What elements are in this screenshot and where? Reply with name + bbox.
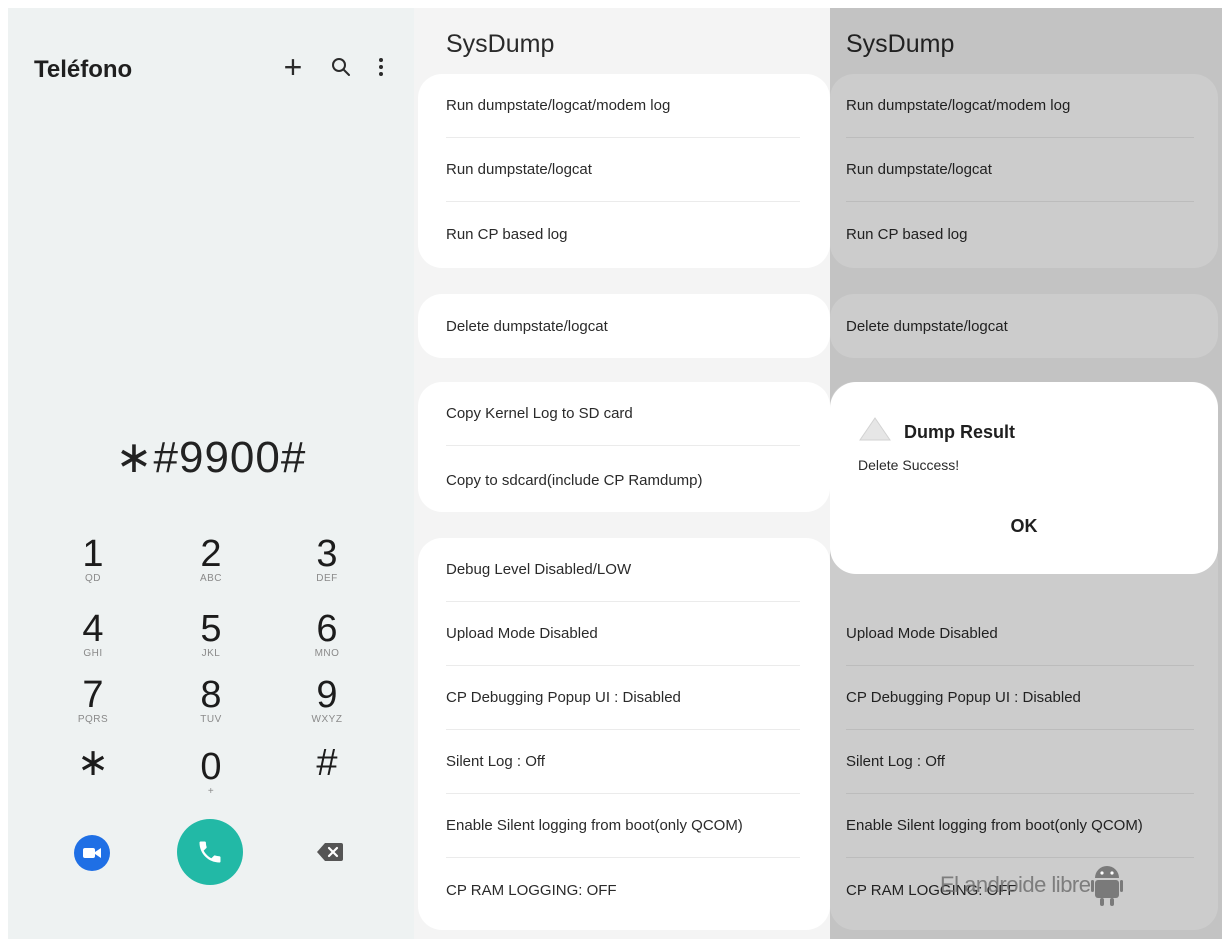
call-button[interactable] — [177, 819, 243, 885]
dial-key-star[interactable]: ∗ — [48, 744, 138, 802]
key-letters: WXYZ — [311, 714, 343, 725]
dial-key-hash[interactable]: # — [282, 744, 372, 802]
menu-item[interactable]: Run dumpstate/logcat/modem log — [446, 74, 800, 138]
key-letters: ABC — [199, 573, 223, 584]
dial-key-6[interactable]: 6 MNO — [282, 610, 372, 668]
key-digit: ∗ — [77, 742, 109, 784]
search-icon[interactable] — [324, 50, 358, 84]
key-letters: TUV — [200, 714, 222, 725]
dial-key-9[interactable]: 9 WXYZ — [282, 676, 372, 734]
menu-card: Copy Kernel Log to SD card Copy to sdcar… — [418, 382, 830, 512]
dial-key-4[interactable]: 4 GHI — [48, 610, 138, 668]
key-digit: 1 — [82, 533, 104, 575]
key-letters: MNO — [314, 648, 340, 659]
dialog-message: Delete Success! — [858, 457, 960, 473]
menu-item[interactable]: Enable Silent logging from boot(only QCO… — [446, 794, 800, 858]
dial-key-1[interactable]: 1 QD — [48, 535, 138, 593]
backspace-button[interactable] — [312, 836, 348, 868]
sysdump-dialog-panel: SysDump Run dumpstate/logcat/modem log R… — [830, 8, 1222, 939]
key-digit: 5 — [200, 608, 222, 650]
menu-item[interactable]: CP RAM LOGGING: OFF — [446, 858, 800, 922]
watermark-text: El androide libre — [940, 872, 1091, 897]
backspace-icon — [317, 843, 343, 861]
dial-key-0[interactable]: 0 + — [166, 748, 256, 806]
key-digit: 6 — [316, 608, 338, 650]
menu-item[interactable]: Copy Kernel Log to SD card — [446, 382, 800, 446]
menu-item[interactable]: Upload Mode Disabled — [446, 602, 800, 666]
menu-item[interactable]: Copy to sdcard(include CP Ramdump) — [446, 448, 800, 512]
key-digit: 9 — [316, 674, 338, 716]
dialed-number: ∗#9900# — [115, 433, 307, 482]
dial-key-8[interactable]: 8 TUV — [166, 676, 256, 734]
video-call-icon — [83, 848, 101, 858]
key-digit: # — [316, 742, 338, 784]
menu-item[interactable]: Silent Log : Off — [446, 730, 800, 794]
key-digit: 2 — [200, 533, 222, 575]
dialer-title: Teléfono — [34, 56, 133, 83]
dial-key-7[interactable]: 7 PQRS — [48, 676, 138, 734]
dial-key-3[interactable]: 3 DEF — [282, 535, 372, 593]
key-letters: JKL — [201, 648, 221, 659]
video-call-button[interactable] — [74, 835, 110, 871]
menu-card: Debug Level Disabled/LOW Upload Mode Dis… — [418, 538, 830, 930]
dial-key-5[interactable]: 5 JKL — [166, 610, 256, 668]
dialer-panel: Teléfono + ∗#9900# 1 QD 2 ABC 3 DEF 4 GHI 5J… — [8, 8, 414, 939]
key-digit: 4 — [82, 608, 104, 650]
dial-key-2[interactable]: 2 ABC — [166, 535, 256, 593]
key-letters: + — [207, 786, 215, 797]
ok-button[interactable]: OK — [830, 516, 1218, 537]
menu-item[interactable]: Run dumpstate/logcat — [446, 138, 800, 202]
menu-item[interactable]: CP Debugging Popup UI : Disabled — [446, 666, 800, 730]
menu-item[interactable]: Debug Level Disabled/LOW — [446, 538, 800, 602]
menu-card: Run dumpstate/logcat/modem log Run dumps… — [418, 74, 830, 268]
menu-item[interactable]: Delete dumpstate/logcat — [446, 294, 800, 358]
more-vertical-icon[interactable] — [364, 50, 398, 84]
menu-card: Delete dumpstate/logcat — [418, 294, 830, 358]
menu-item[interactable]: Run CP based log — [446, 202, 800, 266]
watermark: El androide libre — [940, 860, 1124, 910]
dialer-header: Teléfono + — [8, 8, 414, 126]
plus-icon[interactable]: + — [276, 50, 310, 84]
warning-triangle-icon — [859, 417, 891, 441]
key-letters: PQRS — [77, 714, 109, 725]
sysdump-panel: SysDump Run dumpstate/logcat/modem log R… — [414, 8, 830, 939]
page-title: SysDump — [446, 30, 555, 58]
key-letters: DEF — [316, 573, 338, 584]
dump-result-dialog: Dump Result Delete Success! OK — [830, 382, 1218, 574]
key-digit: 3 — [316, 533, 338, 575]
key-digit: 0 — [200, 746, 222, 788]
phone-icon — [199, 841, 221, 863]
key-letters: QD — [85, 573, 101, 584]
dialog-title: Dump Result — [904, 422, 1016, 442]
key-digit: 8 — [200, 674, 222, 716]
key-letters: GHI — [83, 648, 103, 659]
key-digit: 7 — [82, 674, 104, 716]
android-robot-icon — [1091, 866, 1124, 906]
